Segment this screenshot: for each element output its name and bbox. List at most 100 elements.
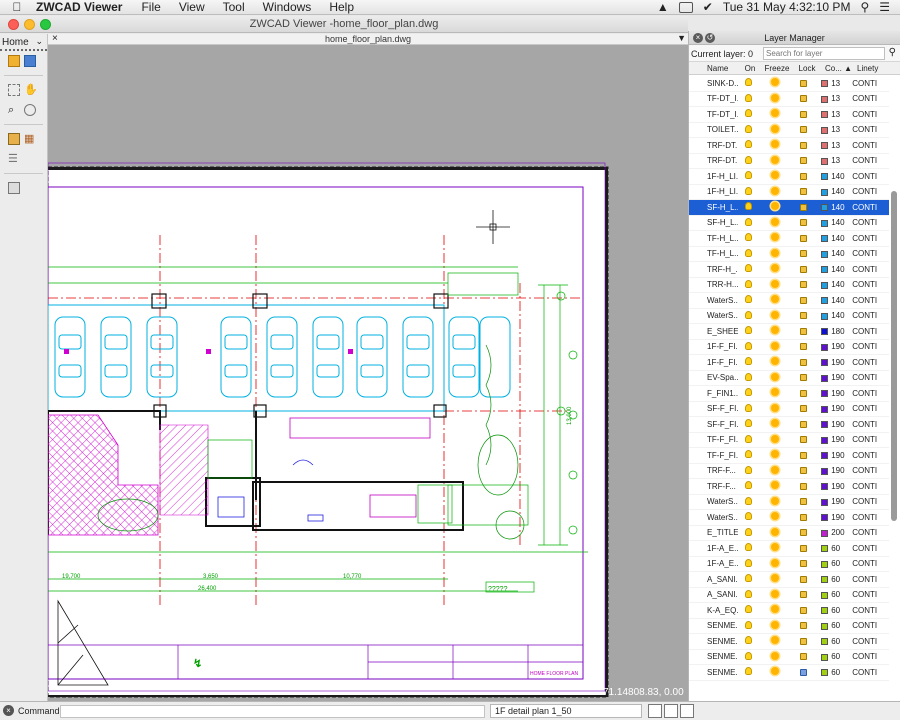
wifi-icon[interactable]: ✔: [703, 0, 713, 14]
layer-color[interactable]: 190: [817, 482, 850, 491]
layer-on-toggle[interactable]: [738, 93, 759, 104]
layer-color[interactable]: 60: [817, 544, 850, 553]
layer-lock-toggle[interactable]: [790, 296, 817, 305]
layer-lock-toggle[interactable]: [790, 528, 817, 537]
layer-row[interactable]: 1F-H_LI... 140 CONTI: [689, 169, 889, 185]
layer-lock-toggle[interactable]: [790, 544, 817, 553]
layer-linetype[interactable]: CONTI: [850, 668, 889, 677]
layer-on-toggle[interactable]: [738, 589, 759, 600]
layer-color[interactable]: 60: [817, 637, 850, 646]
layer-linetype[interactable]: CONTI: [850, 327, 889, 336]
layer-on-toggle[interactable]: [738, 78, 759, 88]
menu-help[interactable]: Help: [329, 0, 354, 14]
save-icon[interactable]: [24, 55, 36, 67]
layer-color[interactable]: 13: [817, 156, 850, 165]
layer-color[interactable]: 140: [817, 203, 850, 212]
layer-lock-toggle[interactable]: [790, 590, 817, 599]
layer-linetype[interactable]: CONTI: [850, 528, 889, 537]
layer-row[interactable]: SENME... 60 CONTI: [689, 619, 889, 634]
layer-row[interactable]: WaterS... 140 CONTI: [689, 293, 889, 309]
layer-lock-toggle[interactable]: [790, 110, 817, 119]
layer-linetype[interactable]: CONTI: [850, 435, 889, 444]
layer-linetype[interactable]: CONTI: [850, 156, 889, 165]
menu-view[interactable]: View: [179, 0, 205, 14]
layer-row[interactable]: SINK-D... 13 CONTI: [689, 76, 889, 92]
layer-row[interactable]: WaterS... 140 CONTI: [689, 309, 889, 324]
display-icon[interactable]: [678, 1, 693, 13]
layer-linetype[interactable]: CONTI: [850, 420, 889, 429]
layer-color[interactable]: 140: [817, 172, 850, 181]
apple-icon[interactable]: : [6, 0, 28, 14]
layer-row[interactable]: E_SHEET 180 CONTI: [689, 324, 889, 340]
zoom-realtime-icon[interactable]: ⌕: [8, 104, 20, 116]
layer-linetype[interactable]: CONTI: [850, 404, 889, 413]
layer-linetype[interactable]: CONTI: [850, 466, 889, 475]
layer-color[interactable]: 190: [817, 466, 850, 475]
layer-freeze-toggle[interactable]: [759, 388, 790, 398]
layer-linetype[interactable]: CONTI: [850, 606, 889, 615]
layer-lock-toggle[interactable]: [790, 172, 817, 181]
layer-linetype[interactable]: CONTI: [850, 203, 889, 212]
layer-row[interactable]: K-A_EQ... 60 CONTI: [689, 603, 889, 619]
col-color[interactable]: Co... ▲: [821, 62, 855, 74]
layer-freeze-toggle[interactable]: [759, 171, 790, 181]
layer-linetype[interactable]: CONTI: [850, 513, 889, 522]
layer-color[interactable]: 190: [817, 513, 850, 522]
layer-freeze-toggle[interactable]: [759, 326, 790, 336]
clock[interactable]: Tue 31 May 4:32:10 PM: [723, 0, 851, 14]
layer-color[interactable]: 13: [817, 94, 850, 103]
layer-freeze-toggle[interactable]: [759, 574, 790, 584]
layer-freeze-toggle[interactable]: [759, 109, 790, 119]
layer-linetype[interactable]: CONTI: [850, 265, 889, 274]
chevron-down-icon[interactable]: ⌄: [35, 36, 43, 47]
layer-color[interactable]: 190: [817, 389, 850, 398]
layer-row[interactable]: 1F-F_FI... 190 CONTI: [689, 355, 889, 371]
layout-selector[interactable]: 1F detail plan 1_50: [490, 704, 642, 718]
layer-lock-toggle[interactable]: [790, 156, 817, 165]
layer-on-toggle[interactable]: [738, 465, 759, 476]
layer-color[interactable]: 13: [817, 110, 850, 119]
layer-linetype[interactable]: CONTI: [850, 141, 889, 150]
layer-lock-toggle[interactable]: [790, 435, 817, 444]
layer-on-toggle[interactable]: [738, 450, 759, 460]
layer-on-toggle[interactable]: [738, 310, 759, 321]
layer-on-toggle[interactable]: [738, 512, 759, 522]
model-space-icon[interactable]: [664, 704, 678, 718]
layer-row[interactable]: SF-H_L... 140 CONTI: [689, 200, 889, 216]
layer-on-toggle[interactable]: [738, 171, 759, 181]
layer-freeze-toggle[interactable]: [759, 481, 790, 491]
layer-color[interactable]: 60: [817, 621, 850, 630]
layer-freeze-toggle[interactable]: [759, 527, 790, 538]
layer-on-toggle[interactable]: [738, 248, 759, 259]
layer-lock-toggle[interactable]: [790, 141, 817, 150]
layer-linetype[interactable]: CONTI: [850, 172, 889, 181]
layer-on-toggle[interactable]: [738, 388, 759, 398]
layer-freeze-toggle[interactable]: [759, 636, 790, 646]
layer-lock-toggle[interactable]: [790, 389, 817, 398]
layer-color[interactable]: 13: [817, 141, 850, 150]
layer-row[interactable]: 1F-A_E... 60 CONTI: [689, 541, 889, 557]
layer-linetype[interactable]: CONTI: [850, 280, 889, 289]
layer-freeze-toggle[interactable]: [759, 155, 790, 166]
layer-on-toggle[interactable]: [738, 636, 759, 646]
menu-windows[interactable]: Windows: [263, 0, 312, 14]
layer-row[interactable]: SENME... 60 CONTI: [689, 665, 889, 681]
scrollbar-thumb[interactable]: [891, 191, 897, 521]
layer-search-input[interactable]: [763, 47, 885, 60]
layer-row[interactable]: SF-F_FI... 190 CONTI: [689, 402, 889, 417]
layer-on-toggle[interactable]: [738, 620, 759, 631]
layer-linetype[interactable]: CONTI: [850, 652, 889, 661]
layer-lock-toggle[interactable]: [790, 451, 817, 460]
layer-freeze-toggle[interactable]: [759, 202, 790, 212]
layer-on-toggle[interactable]: [738, 217, 759, 228]
layer-row[interactable]: F_FIN1... 190 CONTI: [689, 386, 889, 402]
layer-on-toggle[interactable]: [738, 651, 759, 662]
layer-row[interactable]: E_TITLE 200 CONTI: [689, 526, 889, 541]
layer-linetype[interactable]: CONTI: [850, 544, 889, 553]
layer-row[interactable]: TRF-H_... 140 CONTI: [689, 262, 889, 278]
layer-color[interactable]: 140: [817, 234, 850, 243]
layer-color[interactable]: 13: [817, 125, 850, 134]
layer-on-toggle[interactable]: [738, 326, 759, 336]
app-menu[interactable]: ZWCAD Viewer: [36, 0, 122, 14]
layer-lock-toggle[interactable]: [790, 513, 817, 522]
